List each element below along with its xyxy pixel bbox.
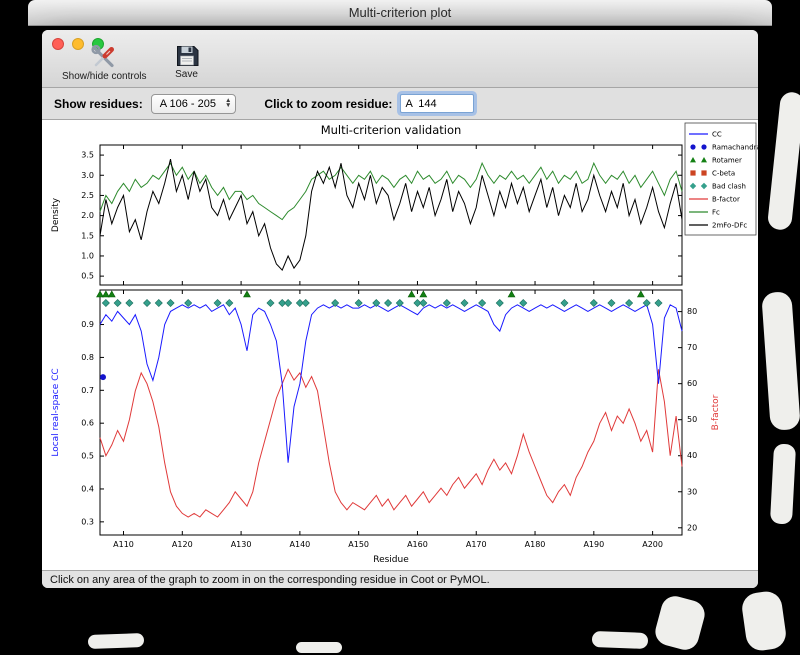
svg-text:Bad clash: Bad clash <box>712 183 746 191</box>
window-titlebar[interactable]: Multi-criterion plot <box>28 0 772 26</box>
svg-text:0.4: 0.4 <box>81 484 94 493</box>
edge-artifact <box>766 91 800 231</box>
svg-text:80: 80 <box>687 307 697 316</box>
svg-text:1.0: 1.0 <box>81 251 94 260</box>
svg-text:Rotamer: Rotamer <box>712 157 742 165</box>
save-icon <box>176 46 198 66</box>
save-button[interactable]: Save <box>171 44 203 82</box>
status-text: Click on any area of the graph to zoom i… <box>50 573 490 586</box>
svg-text:0.7: 0.7 <box>81 386 94 395</box>
edge-artifact <box>591 631 649 649</box>
svg-text:Ramachandran: Ramachandran <box>712 144 758 152</box>
svg-text:40: 40 <box>687 451 697 460</box>
svg-text:Multi-criterion validation: Multi-criterion validation <box>321 123 462 137</box>
svg-text:A140: A140 <box>290 540 311 549</box>
svg-text:0.9: 0.9 <box>81 320 94 329</box>
svg-text:1.5: 1.5 <box>81 231 94 240</box>
edge-artifact <box>740 589 788 653</box>
svg-text:20: 20 <box>687 523 697 532</box>
svg-text:Residue: Residue <box>373 555 409 565</box>
window-title: Multi-criterion plot <box>348 5 452 20</box>
plot-window: Show/hide controls Save Show residues: A… <box>42 30 758 588</box>
svg-text:60: 60 <box>687 379 697 388</box>
window-chrome: Show/hide controls Save <box>42 30 758 88</box>
svg-text:A170: A170 <box>466 540 487 549</box>
tools-icon <box>91 44 115 68</box>
zoom-residue-input[interactable] <box>400 94 475 113</box>
edge-artifact <box>87 633 145 649</box>
svg-text:0.8: 0.8 <box>81 353 94 362</box>
save-label: Save <box>175 69 198 80</box>
svg-text:70: 70 <box>687 343 697 352</box>
svg-text:A180: A180 <box>525 540 546 549</box>
residues-dropdown-value: A 106 - 205 <box>159 97 216 110</box>
svg-text:2mFo-DFc: 2mFo-DFc <box>712 222 747 230</box>
svg-text:50: 50 <box>687 415 697 424</box>
svg-text:A110: A110 <box>113 540 134 549</box>
svg-text:A160: A160 <box>407 540 428 549</box>
svg-text:B-factor: B-factor <box>711 394 721 430</box>
svg-text:A190: A190 <box>583 540 604 549</box>
svg-text:30: 30 <box>687 487 697 496</box>
svg-text:A150: A150 <box>348 540 369 549</box>
svg-text:2.5: 2.5 <box>81 191 94 200</box>
svg-text:CC: CC <box>712 131 722 139</box>
svg-text:2.0: 2.0 <box>81 211 94 220</box>
svg-text:3.5: 3.5 <box>81 151 94 160</box>
svg-text:B-factor: B-factor <box>712 196 740 204</box>
residues-dropdown[interactable]: A 106 - 205 ▲ ▼ <box>150 93 237 114</box>
multi-criterion-figure[interactable]: Multi-criterion validation 0.5 1.0 1.5 2.0 2.… <box>42 120 758 570</box>
zoom-residue-label: Click to zoom residue: <box>264 96 393 111</box>
svg-text:0.5: 0.5 <box>81 272 94 281</box>
status-bar: Click on any area of the graph to zoom i… <box>42 570 758 588</box>
svg-text:A130: A130 <box>231 540 252 549</box>
svg-text:3.0: 3.0 <box>81 171 94 180</box>
svg-text:A200: A200 <box>642 540 663 549</box>
svg-text:0.5: 0.5 <box>81 452 94 461</box>
svg-text:Fc: Fc <box>712 209 720 217</box>
svg-text:0.3: 0.3 <box>81 517 94 526</box>
svg-text:C-beta: C-beta <box>712 170 735 178</box>
edge-artifact <box>652 593 708 653</box>
edge-artifact <box>296 642 342 653</box>
show-residues-label: Show residues: <box>54 96 143 111</box>
svg-text:A120: A120 <box>172 540 193 549</box>
svg-text:0.6: 0.6 <box>81 419 94 428</box>
svg-text:Local real-space CC: Local real-space CC <box>51 368 61 456</box>
svg-text:Density: Density <box>51 197 61 232</box>
plot-area: Multi-criterion validation 0.5 1.0 1.5 2.0 2.… <box>42 120 758 570</box>
edge-artifact <box>769 443 797 525</box>
show-hide-controls-label: Show/hide controls <box>62 71 147 82</box>
edge-artifact <box>761 291 800 431</box>
toolbar: Show/hide controls Save <box>58 44 203 82</box>
controls-row: Show residues: A 106 - 205 ▲ ▼ Click to z… <box>42 88 758 120</box>
dropdown-arrows-icon: ▲ ▼ <box>224 97 232 109</box>
show-hide-controls-button[interactable]: Show/hide controls <box>58 44 151 82</box>
